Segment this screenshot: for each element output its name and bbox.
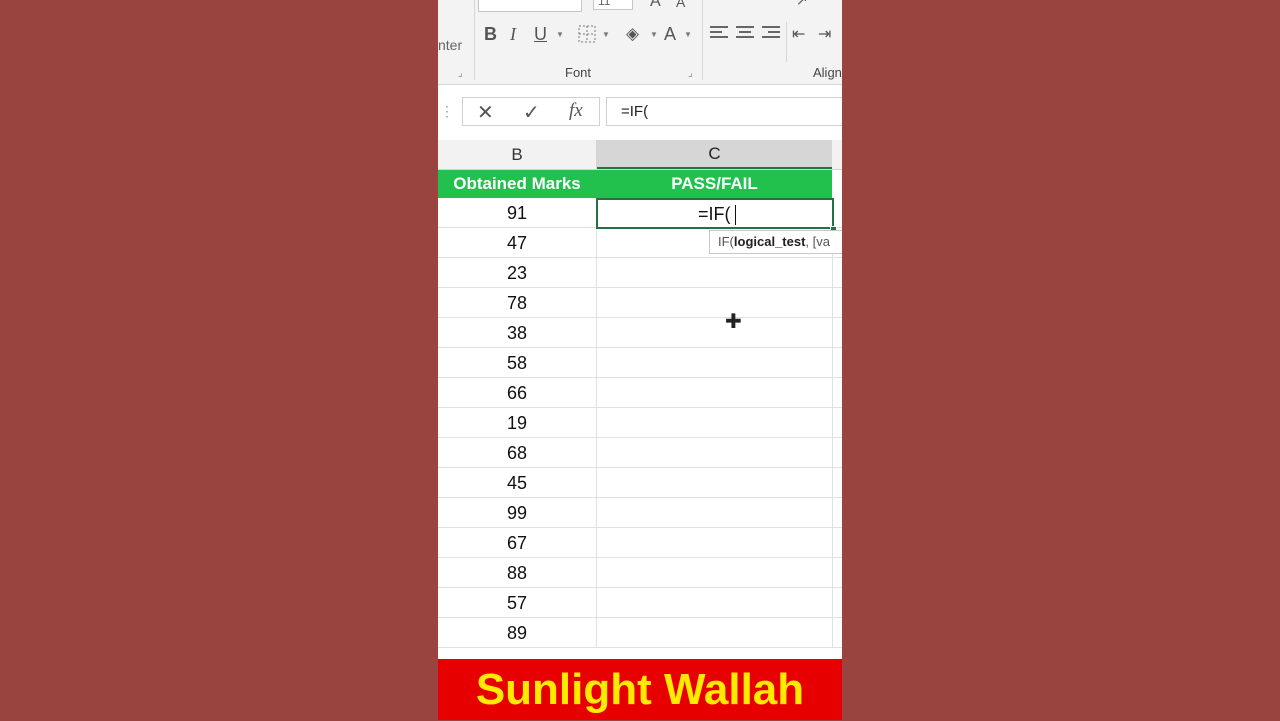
result-cell[interactable] [597, 588, 833, 617]
cancel-button[interactable]: ✕ [477, 100, 494, 125]
marks-cell[interactable]: 19 [438, 408, 597, 437]
result-cell[interactable] [597, 378, 833, 407]
table-row: 99 [438, 498, 842, 528]
decrease-indent-icon[interactable]: ⇤ [792, 22, 805, 46]
marks-cell[interactable]: 88 [438, 558, 597, 587]
group-separator [786, 22, 787, 62]
header-pass-fail[interactable]: PASS/FAIL [597, 170, 832, 198]
column-header-c[interactable]: C [597, 140, 832, 169]
marks-cell[interactable]: 38 [438, 318, 597, 347]
tooltip-rest: , [va [805, 234, 830, 249]
align-left-icon[interactable] [710, 26, 728, 42]
bold-button[interactable]: B [484, 22, 497, 46]
font-color-button[interactable]: A [664, 22, 676, 46]
group-separator [702, 0, 703, 80]
marks-cell[interactable]: 23 [438, 258, 597, 287]
formula-buttons: ✕ ✓ fx [462, 97, 600, 126]
result-cell[interactable] [597, 558, 833, 587]
alignment-launcher-icon[interactable]: ⌟ [458, 68, 463, 79]
merge-center-label[interactable]: nter [438, 37, 462, 53]
cell-cursor-icon: ✚ [725, 311, 742, 333]
result-cell[interactable] [597, 258, 833, 287]
borders-icon-svg [578, 25, 596, 43]
marks-cell[interactable]: 91 [438, 198, 597, 227]
ribbon: nter ⌟ 11 A A B I U ▼ ▼ ◈ ▼ A ▼ Font ⌟ ⇤ [438, 0, 842, 85]
table-row: 58 [438, 348, 842, 378]
alignment-group-label: Align [813, 65, 842, 80]
marks-cell[interactable]: 67 [438, 528, 597, 557]
result-cell[interactable] [597, 438, 833, 467]
marks-cell[interactable]: 68 [438, 438, 597, 467]
background-right [842, 0, 1280, 720]
tooltip-prefix: IF( [718, 234, 734, 249]
font-size-box[interactable]: 11 [593, 0, 633, 10]
orientation-icon[interactable]: ↗ [796, 0, 808, 12]
table-row: 89 [438, 618, 842, 648]
marks-cell[interactable]: 89 [438, 618, 597, 647]
result-cell[interactable] [597, 498, 833, 527]
table-row: 88 [438, 558, 842, 588]
result-cell[interactable] [597, 468, 833, 497]
result-cell[interactable] [597, 288, 833, 317]
marks-cell[interactable]: 66 [438, 378, 597, 407]
marks-cell[interactable]: 58 [438, 348, 597, 377]
table-row: 57 [438, 588, 842, 618]
table-row: 45 [438, 468, 842, 498]
align-right-icon[interactable] [762, 26, 780, 42]
table-row: 19 [438, 408, 842, 438]
marks-cell[interactable]: 78 [438, 288, 597, 317]
font-launcher-icon[interactable]: ⌟ [688, 68, 693, 79]
function-tooltip[interactable]: IF(logical_test, [va [709, 230, 842, 254]
channel-banner: Sunlight Wallah [438, 659, 842, 720]
marks-cell[interactable]: 47 [438, 228, 597, 257]
text-caret [735, 205, 736, 225]
fill-color-icon[interactable]: ◈ [626, 22, 639, 46]
insert-function-button[interactable]: fx [569, 100, 583, 122]
result-cell[interactable] [597, 318, 833, 347]
result-cell[interactable] [597, 348, 833, 377]
header-row: Obtained Marks PASS/FAIL [438, 170, 832, 198]
underline-dropdown-icon[interactable]: ▼ [556, 30, 564, 39]
result-cell[interactable] [597, 618, 833, 647]
marks-cell[interactable]: 57 [438, 588, 597, 617]
result-cell[interactable] [597, 408, 833, 437]
header-obtained-marks[interactable]: Obtained Marks [438, 170, 596, 198]
font-group-label: Font [565, 65, 592, 80]
table-row: 68 [438, 438, 842, 468]
font-name-box[interactable] [478, 0, 582, 12]
tooltip-active-arg[interactable]: logical_test [734, 234, 806, 249]
formula-bar: ⋮ ✕ ✓ fx =IF( [438, 85, 842, 139]
table-row: 78 [438, 288, 842, 318]
increase-indent-icon[interactable]: ⇥ [818, 22, 831, 46]
table-row: 67 [438, 528, 842, 558]
group-separator [474, 0, 475, 80]
formula-input[interactable]: =IF( [606, 97, 842, 126]
table-row: 38 [438, 318, 842, 348]
column-header-row: B C [438, 140, 842, 170]
borders-dropdown-icon[interactable]: ▼ [602, 30, 610, 39]
excel-window: nter ⌟ 11 A A B I U ▼ ▼ ◈ ▼ A ▼ Font ⌟ ⇤ [438, 0, 842, 720]
borders-icon[interactable] [578, 22, 596, 46]
result-cell[interactable] [597, 528, 833, 557]
enter-button[interactable]: ✓ [523, 100, 540, 125]
table-row: 66 [438, 378, 842, 408]
font-color-dropdown-icon[interactable]: ▼ [684, 30, 692, 39]
resize-handle-icon[interactable]: ⋮ [440, 103, 454, 120]
background-left [0, 0, 438, 720]
decrease-font-icon[interactable]: A [676, 0, 685, 14]
increase-font-icon[interactable]: A [650, 0, 661, 14]
marks-cell[interactable]: 99 [438, 498, 597, 527]
table-row: 23 [438, 258, 842, 288]
italic-button[interactable]: I [510, 22, 516, 46]
column-header-b[interactable]: B [438, 140, 597, 169]
align-center-icon[interactable] [736, 26, 754, 42]
active-cell-c2[interactable]: =IF( [596, 198, 834, 229]
marks-cell[interactable]: 45 [438, 468, 597, 497]
underline-button[interactable]: U [534, 22, 547, 46]
fill-color-dropdown-icon[interactable]: ▼ [650, 30, 658, 39]
active-cell-text: =IF( [698, 204, 731, 224]
